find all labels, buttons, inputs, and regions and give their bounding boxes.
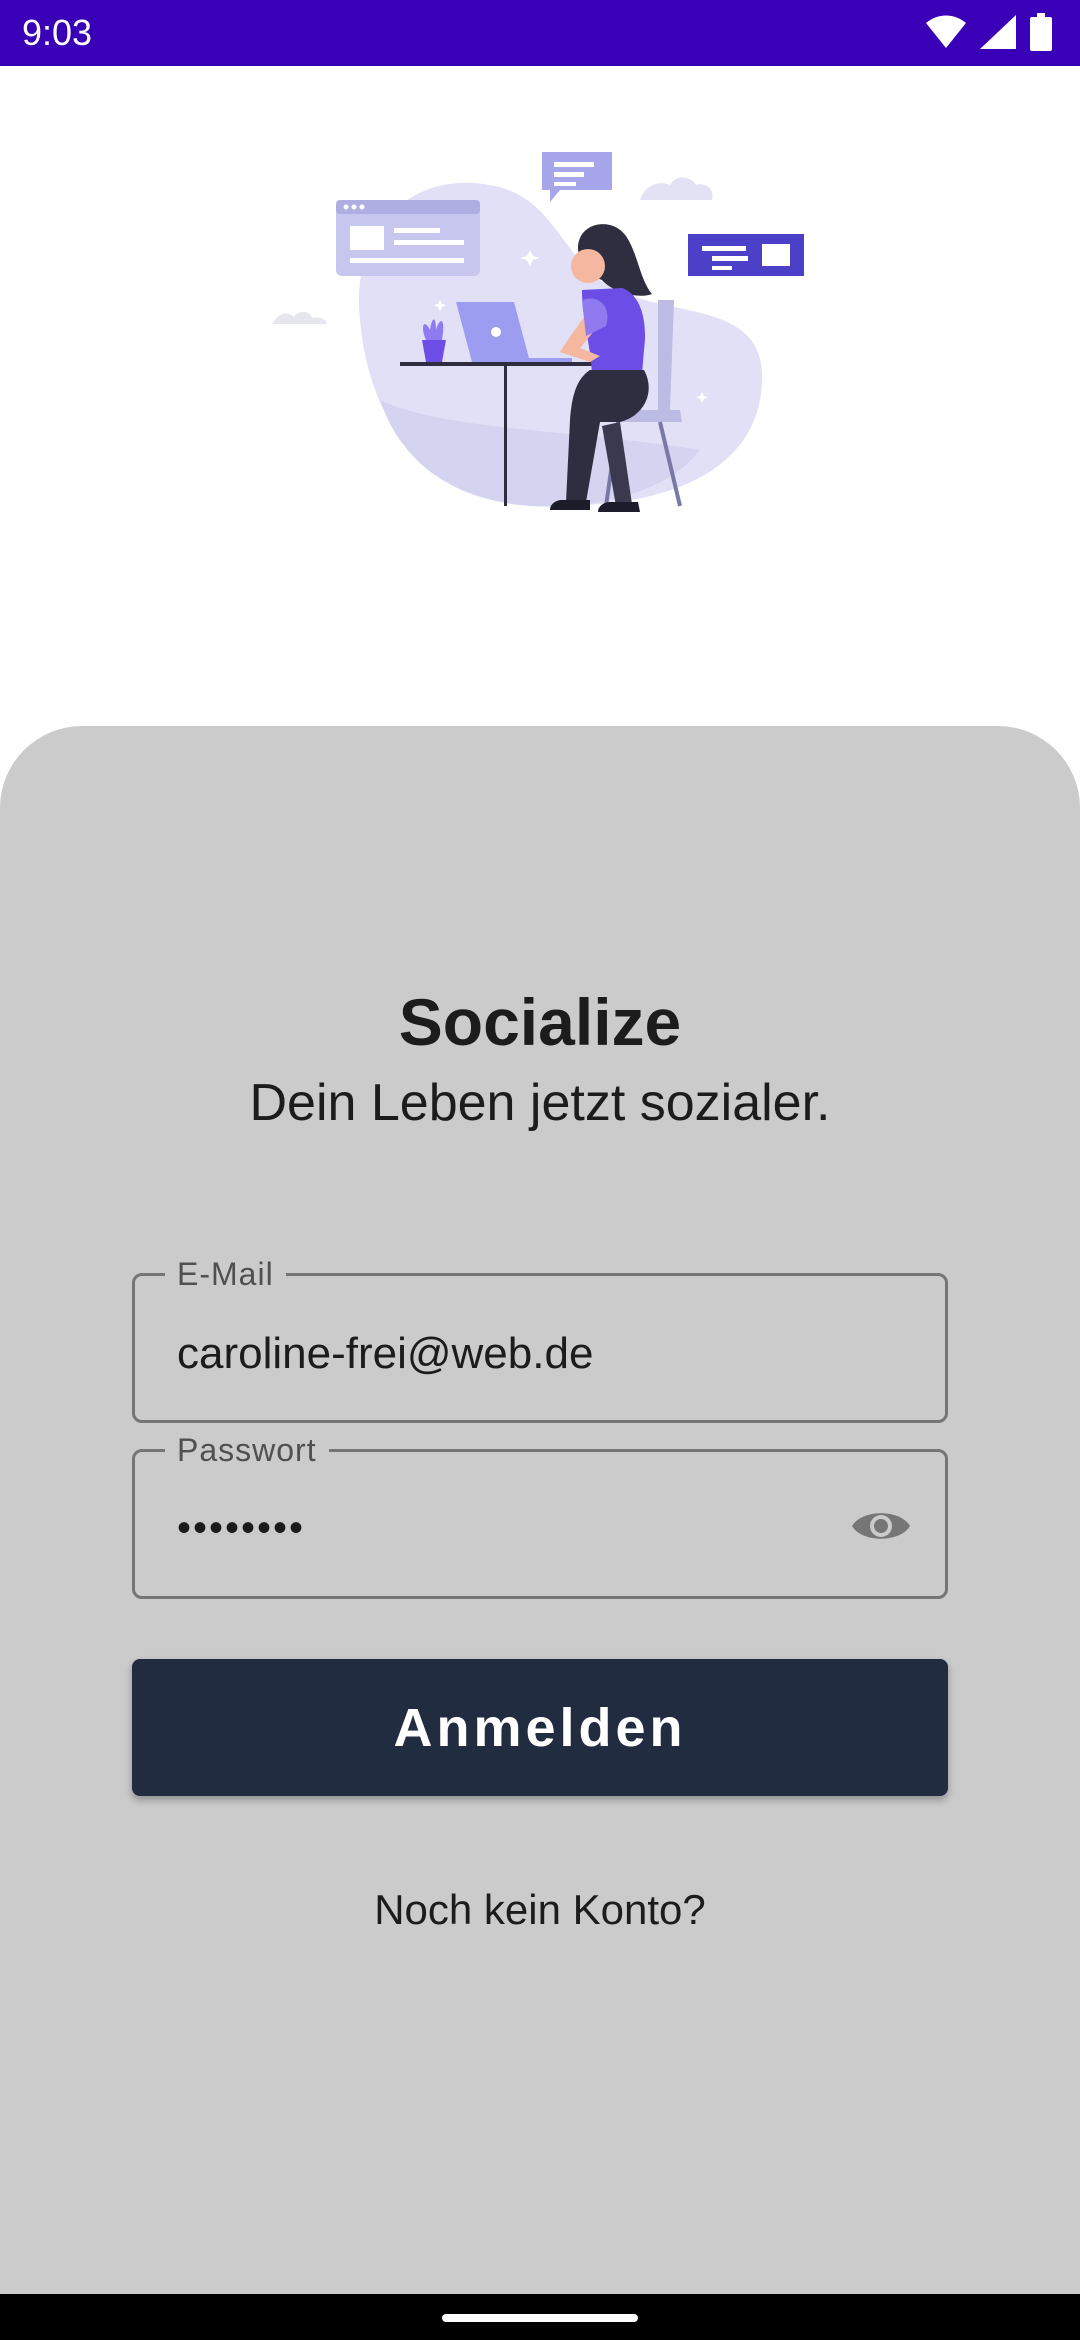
eye-icon[interactable]: [847, 1492, 915, 1560]
wifi-icon: [926, 15, 966, 54]
navigation-bar: [0, 2294, 1080, 2340]
login-button[interactable]: Anmelden: [132, 1659, 948, 1796]
status-icons: [926, 12, 1052, 56]
app-tagline: Dein Leben jetzt sozialer.: [249, 1074, 831, 1132]
person-laptop-illustration: [260, 130, 840, 550]
password-field[interactable]: Passwort ••••••••: [132, 1430, 948, 1599]
email-field[interactable]: E-Mail caroline-frei@web.de: [132, 1254, 948, 1423]
app-title: Socialize: [398, 985, 682, 1059]
status-time: 9:03: [22, 12, 93, 53]
password-input[interactable]: ••••••••: [177, 1500, 305, 1556]
home-indicator[interactable]: [442, 2314, 638, 2322]
password-label: Passwort: [165, 1430, 329, 1470]
email-label: E-Mail: [165, 1254, 286, 1294]
signup-link[interactable]: Noch kein Konto?: [0, 1882, 1080, 1938]
status-bar: 9:03: [0, 0, 1080, 66]
battery-icon: [1030, 12, 1052, 56]
email-input[interactable]: caroline-frei@web.de: [177, 1326, 593, 1382]
signal-icon: [980, 14, 1016, 54]
